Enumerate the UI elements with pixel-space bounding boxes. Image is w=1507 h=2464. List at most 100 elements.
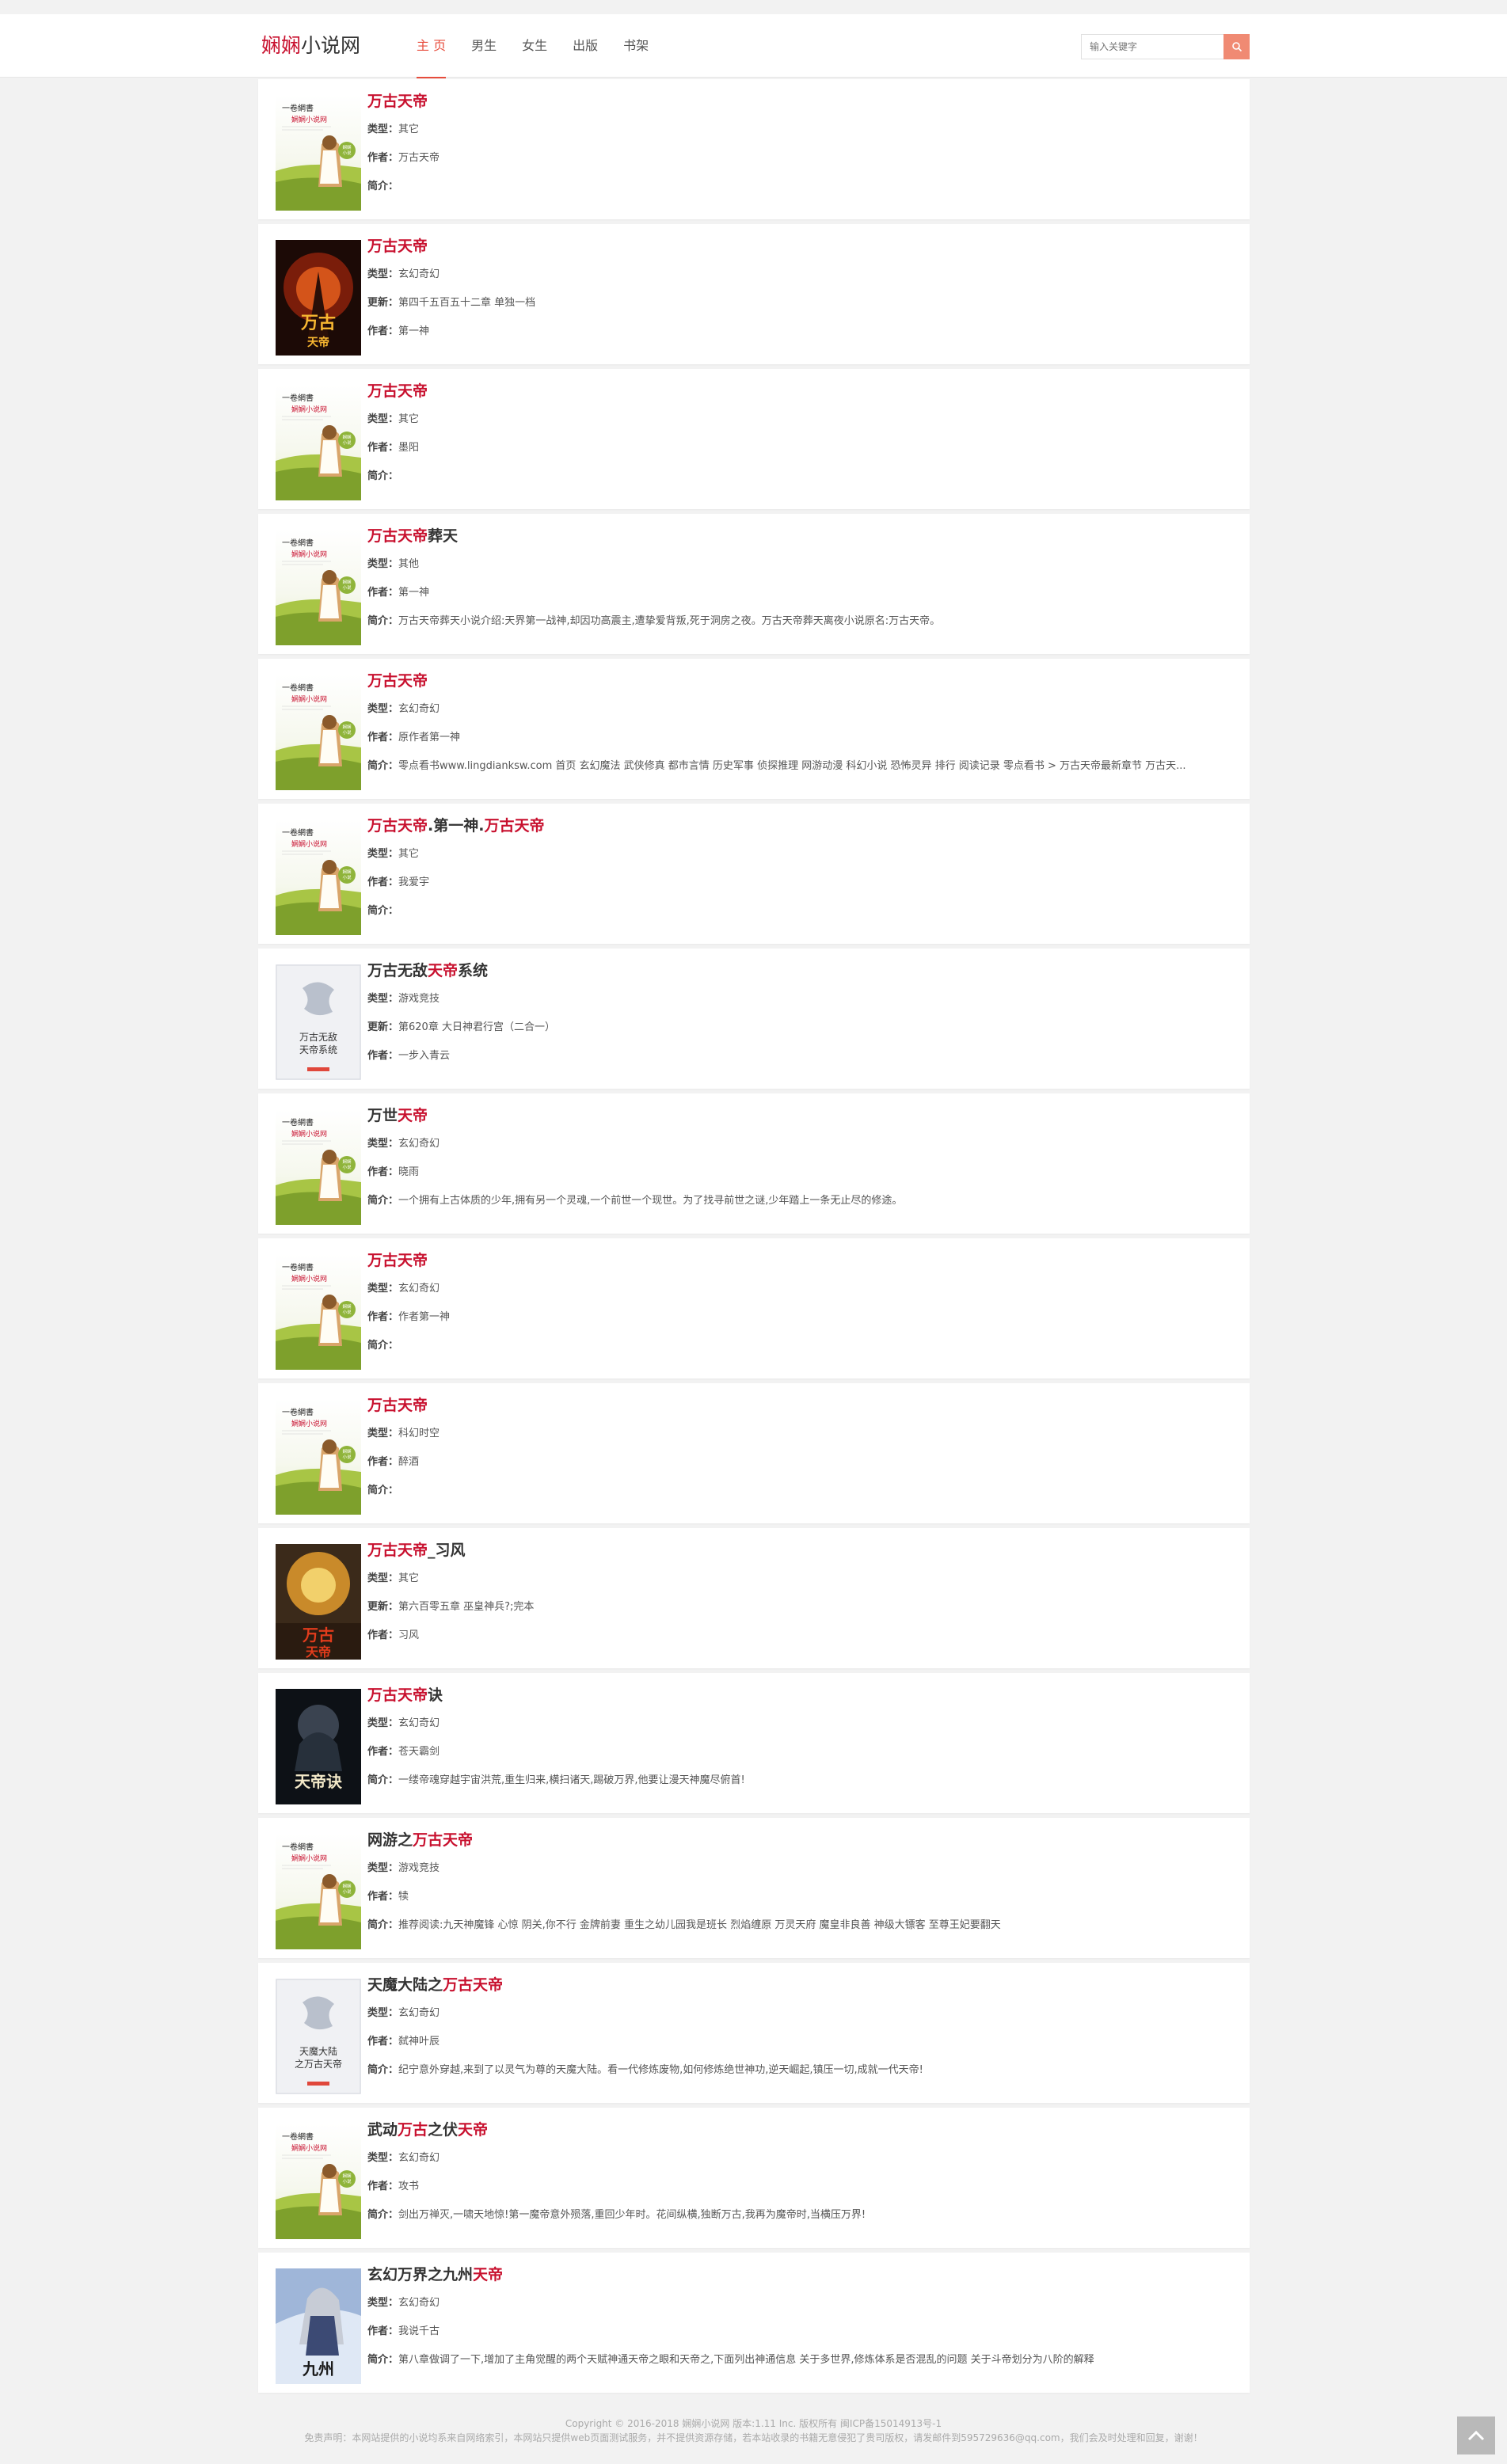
book-cover-image: 娴娴小说 一卷網書娴娴小说网 (276, 385, 361, 500)
meta-label: 简介： (367, 2209, 399, 2221)
meta-value: 玄幻奇幻 (398, 1283, 440, 1295)
book-title[interactable]: 武动万古之伏天帝 (367, 2116, 1239, 2144)
book-item: 万古 天帝 万古天帝 类型：玄幻奇幻 更新：第四千五百五十二章 单独一档 作者：第一神 (258, 224, 1250, 364)
svg-text:一卷網書: 一卷網書 (282, 103, 314, 113)
book-cover[interactable]: 娴娴 小说 一卷網書 娴娴小说网 (276, 1109, 361, 1225)
book-title[interactable]: 万古天帝诀 (367, 1681, 1239, 1709)
nav-publish[interactable]: 出版 (573, 14, 598, 78)
meta-value: 万古天帝 (398, 152, 440, 164)
svg-text:小说: 小说 (342, 1164, 352, 1170)
title-text: 葬天 (428, 527, 459, 545)
nav-female[interactable]: 女生 (522, 14, 547, 78)
title-text: _习风 (428, 1542, 466, 1559)
svg-text:娴娴小说网: 娴娴小说网 (291, 1129, 327, 1139)
copyright-text: Copyright © 2016-2018 娴娴小说网 版本:1.11 Inc.… (565, 2418, 942, 2429)
book-meta-row: 简介： (367, 173, 1239, 201)
svg-text:天帝: 天帝 (306, 1645, 331, 1660)
book-item: 娴娴 小说 一卷網書 娴娴小说网 万古天帝 类型：玄幻奇幻 作者：原作者第一神 简介：零点看书… (258, 659, 1250, 799)
book-cover[interactable]: 娴娴 小说 一卷網書 娴娴小说网 (276, 819, 361, 935)
search-button[interactable] (1223, 34, 1250, 59)
book-item: 娴娴 小说 一卷網書 娴娴小说网 武动万古之伏天帝 类型：玄幻奇幻 作者：攻书 简介：剑出万禅… (258, 2108, 1250, 2248)
title-keyword-highlight: 万古天帝 (367, 238, 428, 255)
book-title[interactable]: 万古天帝 (367, 1391, 1239, 1420)
svg-text:一卷網書: 一卷網書 (282, 683, 314, 693)
site-logo[interactable]: 娴娴小说网 (261, 14, 360, 78)
book-info: 万世天帝 类型：玄幻奇幻 作者：晓雨 简介：一个拥有上古体质的少年,拥有另一个灵魂,一… (367, 1101, 1239, 1215)
meta-label: 更新： (367, 297, 399, 309)
book-cover[interactable]: 九州 (276, 2268, 361, 2384)
svg-text:娴娴: 娴娴 (342, 1303, 352, 1310)
book-title[interactable]: 万古天帝 (367, 232, 1239, 260)
nav-bookshelf[interactable]: 书架 (623, 14, 649, 78)
book-cover-image: 九州 (276, 2268, 361, 2384)
meta-value: 晓雨 (398, 1166, 420, 1178)
nav-male[interactable]: 男生 (471, 14, 497, 78)
book-cover[interactable]: 娴娴 小说 一卷網書 娴娴小说网 (276, 530, 361, 645)
nav-home[interactable]: 主 页 (417, 14, 447, 78)
title-keyword-highlight: 天帝 (428, 962, 459, 979)
book-cover[interactable]: 娴娴 小说 一卷網書 娴娴小说网 (276, 385, 361, 500)
meta-value: 其他 (398, 558, 420, 570)
book-title[interactable]: 万古天帝_习风 (367, 1536, 1239, 1565)
book-title[interactable]: 天魔大陆之万古天帝 (367, 1971, 1239, 1999)
book-cover[interactable]: 天魔大陆 之万古天帝 (276, 1979, 361, 2094)
meta-value: 原作者第一神 (398, 732, 461, 743)
book-title[interactable]: 万古天帝 (367, 667, 1239, 695)
book-title[interactable]: 万古天帝 (367, 377, 1239, 405)
book-cover[interactable]: 天帝诀 (276, 1689, 361, 1804)
book-item: 九州 玄幻万界之九州天帝 类型：玄幻奇幻 作者：我说千古 简介：第八章做调了一下,增加了… (258, 2253, 1250, 2393)
book-cover[interactable]: 娴娴 小说 一卷網書 娴娴小说网 (276, 675, 361, 790)
book-cover[interactable]: 万古 天帝 (276, 240, 361, 356)
meta-label: 更新： (367, 1021, 399, 1033)
book-meta-row: 类型：科幻时空 (367, 1420, 1239, 1448)
book-title[interactable]: 万古天帝葬天 (367, 522, 1239, 550)
title-keyword-highlight: 天帝 (398, 1107, 428, 1124)
book-cover-image: 天魔大陆之万古天帝 (276, 1979, 361, 2094)
meta-value: 醉酒 (398, 1456, 420, 1468)
book-title[interactable]: 万世天帝 (367, 1101, 1239, 1130)
book-meta-row: 类型：其它 (367, 840, 1239, 869)
svg-text:一卷網書: 一卷網書 (282, 1117, 314, 1127)
site-footer: Copyright © 2016-2018 娴娴小说网 版本:1.11 Inc.… (0, 2416, 1507, 2445)
book-info: 万古无敌天帝系统 类型：游戏竞技 更新：第620章 大日神君行宫（二合一） 作者：一步… (367, 956, 1239, 1070)
book-title[interactable]: 万古天帝 (367, 87, 1239, 116)
book-title[interactable]: 网游之万古天帝 (367, 1826, 1239, 1854)
book-cover[interactable]: 娴娴 小说 一卷網書 娴娴小说网 (276, 1254, 361, 1370)
book-title[interactable]: 万古天帝 (367, 1246, 1239, 1275)
book-item: 娴娴 小说 一卷網書 娴娴小说网 万古天帝 类型：玄幻奇幻 作者：作者第一神 简介： (258, 1238, 1250, 1378)
svg-text:娴娴小说网: 娴娴小说网 (291, 1274, 327, 1283)
book-info: 武动万古之伏天帝 类型：玄幻奇幻 作者：攻书 简介：剑出万禅灭,一啸天地惊!第一魔帝意… (367, 2116, 1239, 2230)
book-cover[interactable]: 娴娴 小说 一卷網書 娴娴小说网 (276, 1834, 361, 1949)
book-title[interactable]: 万古无敌天帝系统 (367, 956, 1239, 985)
meta-value: 玄幻奇幻 (398, 1717, 440, 1729)
meta-value: 第一神 (398, 587, 430, 599)
book-cover-image: 娴娴小说 一卷網書娴娴小说网 (276, 1254, 361, 1370)
book-title[interactable]: 玄幻万界之九州天帝 (367, 2261, 1239, 2289)
meta-label: 作者： (367, 1050, 399, 1062)
book-cover[interactable]: 娴娴 小说 一卷網書 娴娴小说网 (276, 2124, 361, 2239)
book-cover-image: 娴娴小说 一卷網書娴娴小说网 (276, 2124, 361, 2239)
book-cover[interactable]: 娴娴 小说 一卷網書 娴娴小说网 (276, 95, 361, 211)
svg-text:小说: 小说 (342, 584, 352, 591)
title-text: 万古无敌 (367, 962, 428, 979)
meta-label: 作者： (367, 442, 399, 454)
meta-label: 作者： (367, 1166, 399, 1178)
book-info: 网游之万古天帝 类型：游戏竞技 作者：犊 简介：推荐阅读:九天神魔锋 心惊 阴关,你不… (367, 1826, 1239, 1940)
meta-value: 推荐阅读:九天神魔锋 心惊 阴关,你不行 金牌前妻 重生之幼儿园我是班长 烈焰缠… (398, 1919, 1001, 1931)
meta-value: 剑出万禅灭,一啸天地惊!第一魔帝意外殒落,重回少年时。花间纵横,独断万古,我再为… (398, 2209, 866, 2221)
meta-value: 万古天帝葬天小说介绍:天界第一战神,却因功高震主,遭挚爱背叛,死于洞房之夜。万古… (398, 615, 941, 627)
title-keyword-highlight: 万古天帝 (367, 1542, 428, 1559)
book-title[interactable]: 万古天帝.第一神.万古天帝 (367, 812, 1239, 840)
search-input[interactable] (1081, 34, 1223, 59)
meta-label: 类型： (367, 413, 399, 425)
book-info: 万古天帝.第一神.万古天帝 类型：其它 作者：我爱宇 简介： (367, 812, 1239, 926)
meta-value: 第八章做调了一下,增加了主角觉醒的两个天赋神通天帝之眼和天帝之,下面列出神通信息… (398, 2354, 1094, 2366)
meta-value: 犊 (398, 1891, 409, 1903)
back-to-top-button[interactable] (1457, 2416, 1495, 2454)
book-meta-row: 简介：一个拥有上古体质的少年,拥有另一个灵魂,一个前世一个现世。为了找寻前世之谜… (367, 1187, 1239, 1215)
meta-value: 一缕帝魂穿越宇宙洪荒,重生归来,横扫诸天,踢破万界,他要让漫天神魔尽俯首! (398, 1774, 745, 1786)
book-cover[interactable]: 万古 天帝 (276, 1544, 361, 1660)
meta-value: 玄幻奇幻 (398, 703, 440, 715)
book-cover[interactable]: 万古无敌 天帝系统 (276, 964, 361, 1080)
book-cover[interactable]: 娴娴 小说 一卷網書 娴娴小说网 (276, 1399, 361, 1515)
